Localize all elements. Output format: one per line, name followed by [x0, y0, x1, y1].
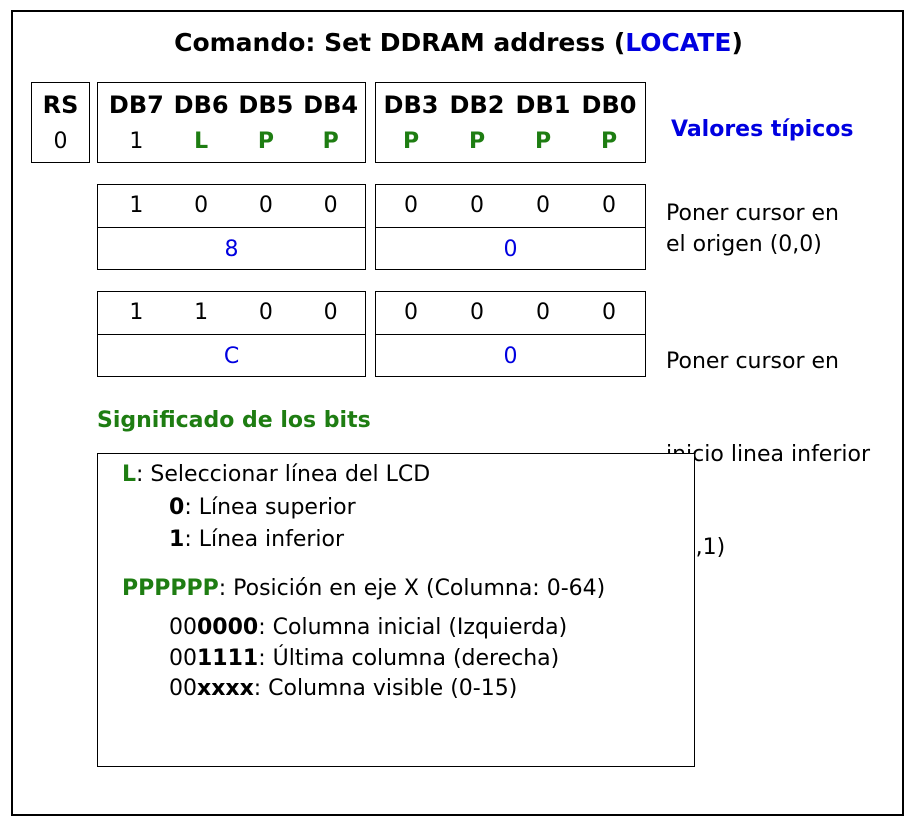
db6-value: L: [194, 129, 209, 154]
bits-meaning-box: L: Seleccionar línea del LCD 0: Línea su…: [97, 453, 695, 767]
bit-p1-prefix: 00: [169, 615, 197, 640]
rs-box: RS 0: [31, 82, 90, 163]
bit-l0-key: 0: [169, 495, 185, 520]
example-1-low-bit: 0: [404, 193, 418, 218]
page-title: Comando: Set DDRAM address (LOCATE): [0, 28, 917, 57]
bit-l1-line: 1: Línea inferior: [169, 527, 344, 552]
db3-header: DB3: [383, 91, 439, 119]
bit-l-text: : Seleccionar línea del LCD: [136, 462, 431, 487]
db5-value: P: [257, 129, 274, 154]
db7-value: 1: [129, 129, 144, 154]
example-1-description: Poner cursor en el origen (0,0): [666, 198, 839, 260]
example-2-low-bit: 0: [404, 300, 418, 325]
bit-l1-text: : Línea inferior: [184, 527, 345, 552]
bit-p3-key: xxxx: [197, 676, 254, 701]
example-1-low-bit: 0: [536, 193, 550, 218]
db7-header: DB7: [108, 91, 164, 119]
bit-p1-key: 0000: [197, 615, 259, 640]
example-2-low-bit: 0: [602, 300, 616, 325]
db6-header: DB6: [173, 91, 229, 119]
example-2-description-line: inicio linea inferior: [666, 442, 871, 467]
bit-p1-line: 000000: Columna inicial (Izquierda): [169, 615, 567, 640]
db0-value: P: [600, 129, 618, 154]
example-2-low-bit: 0: [536, 300, 550, 325]
example-1-high-bit: 0: [258, 193, 273, 218]
example-1-high-bit: 0: [194, 193, 209, 218]
db1-header: DB1: [515, 91, 571, 119]
bit-l-line: L: Seleccionar línea del LCD: [122, 462, 430, 487]
bit-p2-prefix: 00: [169, 646, 197, 671]
example-2-high-hex: C: [223, 344, 240, 369]
title-prefix: Comando: Set DDRAM address (: [174, 28, 626, 57]
rs-value: 0: [53, 129, 68, 154]
bit-p2-line: 001111: Última columna (derecha): [169, 646, 559, 671]
example-1-high-box: 1 0 0 0 8: [97, 184, 366, 270]
example-1-high-divider: [98, 227, 365, 228]
example-2-high-divider: [98, 334, 365, 335]
db3-value: P: [402, 129, 420, 154]
example-2-high-bit: 0: [258, 300, 273, 325]
example-1-description-line: Poner cursor en: [666, 201, 839, 226]
example-2-low-hex: 0: [503, 344, 518, 369]
rs-header: RS: [42, 91, 79, 119]
example-2-low-bit: 0: [470, 300, 484, 325]
db2-header: DB2: [449, 91, 505, 119]
example-1-low-hex: 0: [503, 237, 518, 262]
typical-values-label: Valores típicos: [671, 117, 854, 142]
example-2-description-line: (0,1): [666, 535, 726, 560]
bit-p-line: PPPPPP: Posición en eje X (Columna: 0-64…: [122, 576, 605, 601]
db0-header: DB0: [581, 91, 637, 119]
bit-p3-line: 00xxxx: Columna visible (0-15): [169, 676, 517, 701]
bit-l0-line: 0: Línea superior: [169, 495, 356, 520]
example-1-low-bit: 0: [470, 193, 484, 218]
example-2-description: Poner cursor en inicio linea inferior (0…: [666, 284, 870, 594]
example-1-low-bit: 0: [602, 193, 616, 218]
example-2-low-divider: [376, 334, 645, 335]
bit-l1-key: 1: [169, 527, 185, 552]
db1-value: P: [534, 129, 552, 154]
example-1-high-bit: 1: [129, 193, 144, 218]
title-highlight: LOCATE: [625, 28, 732, 57]
bit-l0-text: : Línea superior: [184, 495, 356, 520]
bit-p-text: : Posición en eje X (Columna: 0-64): [218, 576, 606, 601]
bit-p3-text: : Columna visible (0-15): [253, 676, 518, 701]
db2-value: P: [468, 129, 486, 154]
title-suffix: ): [731, 28, 743, 57]
example-1-low-box: 0 0 0 0 0: [375, 184, 646, 270]
bit-p1-text: : Columna inicial (Izquierda): [258, 615, 568, 640]
example-2-high-bit: 0: [323, 300, 338, 325]
example-2-high-bit: 1: [129, 300, 144, 325]
bit-l-key: L: [122, 462, 137, 487]
example-2-high-box: 1 1 0 0 C: [97, 291, 366, 377]
bit-p3-prefix: 00: [169, 676, 197, 701]
example-1-high-bit: 0: [323, 193, 338, 218]
example-2-low-box: 0 0 0 0 0: [375, 291, 646, 377]
example-1-high-hex: 8: [224, 237, 239, 262]
bit-p2-key: 1111: [197, 646, 259, 671]
db5-header: DB5: [238, 91, 294, 119]
bits-meaning-title: Significado de los bits: [97, 408, 371, 433]
example-1-low-divider: [376, 227, 645, 228]
high-nibble-box: DB7 DB6 DB5 DB4 1 L P P: [97, 82, 366, 163]
bit-p-key: PPPPPP: [122, 576, 219, 601]
bit-p2-text: : Última columna (derecha): [258, 646, 560, 671]
example-2-description-line: Poner cursor en: [666, 349, 839, 374]
low-nibble-box: DB3 DB2 DB1 DB0 P P P P: [375, 82, 646, 163]
example-1-description-line: el origen (0,0): [666, 232, 822, 257]
db4-value: P: [322, 129, 339, 154]
example-2-high-bit: 1: [194, 300, 209, 325]
db4-header: DB4: [303, 91, 359, 119]
